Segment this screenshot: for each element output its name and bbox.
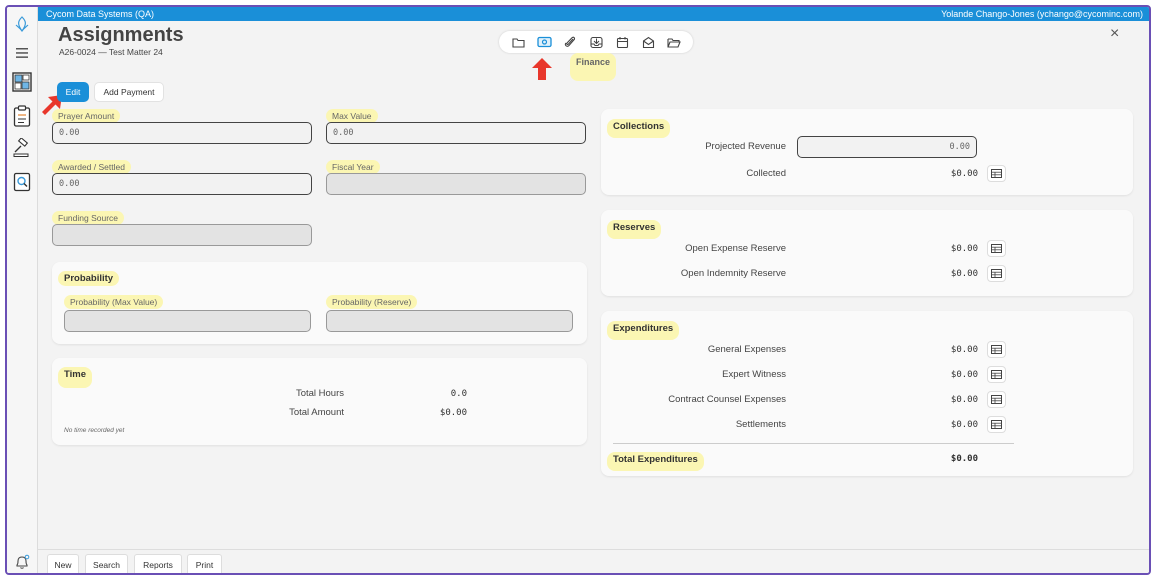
expenditures-card: Expenditures General Expenses $0.00 Expe… <box>601 311 1133 476</box>
reserve-row-value: $0.00 <box>950 244 978 254</box>
collected-label: Collected <box>746 168 786 179</box>
hamburger-menu-icon[interactable] <box>11 42 33 64</box>
probability-card: Probability Probability (Max Value) Prob… <box>52 262 587 344</box>
total-expenditures-label: Total Expenditures <box>607 452 704 471</box>
fiscal-year-label: Fiscal Year <box>326 160 380 174</box>
reserve-details-button[interactable] <box>987 240 1006 257</box>
table-grid-icon <box>991 395 1002 404</box>
max-value-input[interactable]: 0.00 <box>326 122 586 144</box>
app-window: Cycom Data Systems (QA) Yolande Chango-J… <box>5 5 1151 575</box>
edit-button[interactable]: Edit <box>57 82 89 102</box>
section-toolbar <box>499 31 693 53</box>
projected-revenue-label: Projected Revenue <box>705 141 786 152</box>
app-logo-icon[interactable] <box>11 13 33 35</box>
table-grid-icon <box>991 345 1002 354</box>
gavel-icon[interactable] <box>11 137 33 159</box>
probability-reserve-label: Probability (Reserve) <box>326 295 418 309</box>
prayer-amount-input[interactable]: 0.00 <box>52 122 312 144</box>
max-value-label: Max Value <box>326 109 378 123</box>
reserves-title: Reserves <box>607 220 662 239</box>
clipboard-icon[interactable] <box>11 105 33 127</box>
annotation-arrow-up-icon <box>532 58 552 80</box>
total-amount-label: Total Amount <box>289 407 344 418</box>
reserve-row-label: Open Indemnity Reserve <box>680 268 786 279</box>
finance-money-icon[interactable] <box>536 34 552 50</box>
search-document-icon[interactable] <box>11 171 33 193</box>
funding-source-input[interactable] <box>52 224 312 246</box>
matter-subtitle: A26-0024 — Test Matter 24 <box>59 47 163 57</box>
probability-max-input[interactable] <box>64 310 311 332</box>
close-icon[interactable]: × <box>1110 25 1119 43</box>
probability-max-label: Probability (Max Value) <box>64 295 164 309</box>
table-grid-icon <box>991 420 1002 429</box>
total-expenditures-value: $0.00 <box>950 454 978 464</box>
mail-open-icon[interactable] <box>640 34 656 50</box>
expenditure-details-button[interactable] <box>987 391 1006 408</box>
expenditure-row-value: $0.00 <box>950 345 978 355</box>
expenditure-row-value: $0.00 <box>950 370 978 380</box>
reserve-row-label: Open Expense Reserve <box>685 243 786 254</box>
notification-bell-icon[interactable] <box>11 551 33 573</box>
total-divider <box>613 443 1014 444</box>
awarded-settled-label: Awarded / Settled <box>52 160 131 174</box>
toolbar-active-label: Finance <box>570 53 617 81</box>
inbox-download-icon[interactable] <box>588 34 604 50</box>
expenditure-row-value: $0.00 <box>950 420 978 430</box>
table-grid-icon <box>991 269 1002 278</box>
total-hours-value: 0.0 <box>450 389 467 399</box>
expenditure-row-label: Contract Counsel Expenses <box>668 394 786 405</box>
fiscal-year-input[interactable] <box>326 173 586 195</box>
org-name: Cycom Data Systems (QA) <box>46 9 155 19</box>
table-grid-icon <box>991 244 1002 253</box>
expenditure-row-label: Settlements <box>735 419 786 430</box>
reserve-details-button[interactable] <box>987 265 1006 282</box>
expenditure-details-button[interactable] <box>987 416 1006 433</box>
expenditure-row-label: Expert Witness <box>722 369 786 380</box>
total-amount-value: $0.00 <box>439 408 467 418</box>
funding-source-label: Funding Source <box>52 211 125 225</box>
user-info[interactable]: Yolande Chango-Jones (ychango@cycominc.c… <box>941 7 1143 21</box>
probability-title: Probability <box>58 271 120 286</box>
expenditure-row-value: $0.00 <box>950 395 978 405</box>
folder-icon[interactable] <box>510 34 526 50</box>
search-button[interactable]: Search <box>85 554 128 573</box>
time-empty-note: No time recorded yet <box>64 427 125 434</box>
expenditure-row-label: General Expenses <box>707 344 786 355</box>
time-card: Time Total Hours 0.0 Total Amount $0.00 … <box>52 358 587 445</box>
add-payment-button[interactable]: Add Payment <box>94 82 164 102</box>
time-title: Time <box>58 367 93 388</box>
reserve-row-value: $0.00 <box>950 269 978 279</box>
prayer-amount-label: Prayer Amount <box>52 109 121 123</box>
expenditure-details-button[interactable] <box>987 366 1006 383</box>
expenditures-title: Expenditures <box>607 321 680 340</box>
collections-title: Collections <box>607 119 671 138</box>
probability-reserve-input[interactable] <box>326 310 573 332</box>
folder-open-icon[interactable] <box>666 34 682 50</box>
calendar-icon[interactable] <box>614 34 630 50</box>
table-grid-icon <box>991 370 1002 379</box>
table-grid-icon <box>991 169 1002 178</box>
top-bar: Cycom Data Systems (QA) Yolande Chango-J… <box>38 7 1149 21</box>
reserves-card: Reserves Open Expense Reserve $0.00 Open… <box>601 210 1133 296</box>
expenditure-details-button[interactable] <box>987 341 1006 358</box>
collected-value: $0.00 <box>950 169 978 179</box>
bottom-bar: New Search Reports Print <box>38 549 1149 573</box>
page-title: Assignments <box>58 24 184 46</box>
awarded-settled-input[interactable]: 0.00 <box>52 173 312 195</box>
left-rail <box>7 7 38 573</box>
print-button[interactable]: Print <box>187 554 222 573</box>
reports-button[interactable]: Reports <box>134 554 182 573</box>
dashboard-icon[interactable] <box>11 71 33 93</box>
collections-card: Collections Projected Revenue 0.00 Colle… <box>601 109 1133 195</box>
collected-details-button[interactable] <box>987 165 1006 182</box>
total-hours-label: Total Hours <box>295 388 344 399</box>
new-button[interactable]: New <box>47 554 79 573</box>
paperclip-icon[interactable] <box>562 34 578 50</box>
projected-revenue-input[interactable]: 0.00 <box>797 136 977 158</box>
